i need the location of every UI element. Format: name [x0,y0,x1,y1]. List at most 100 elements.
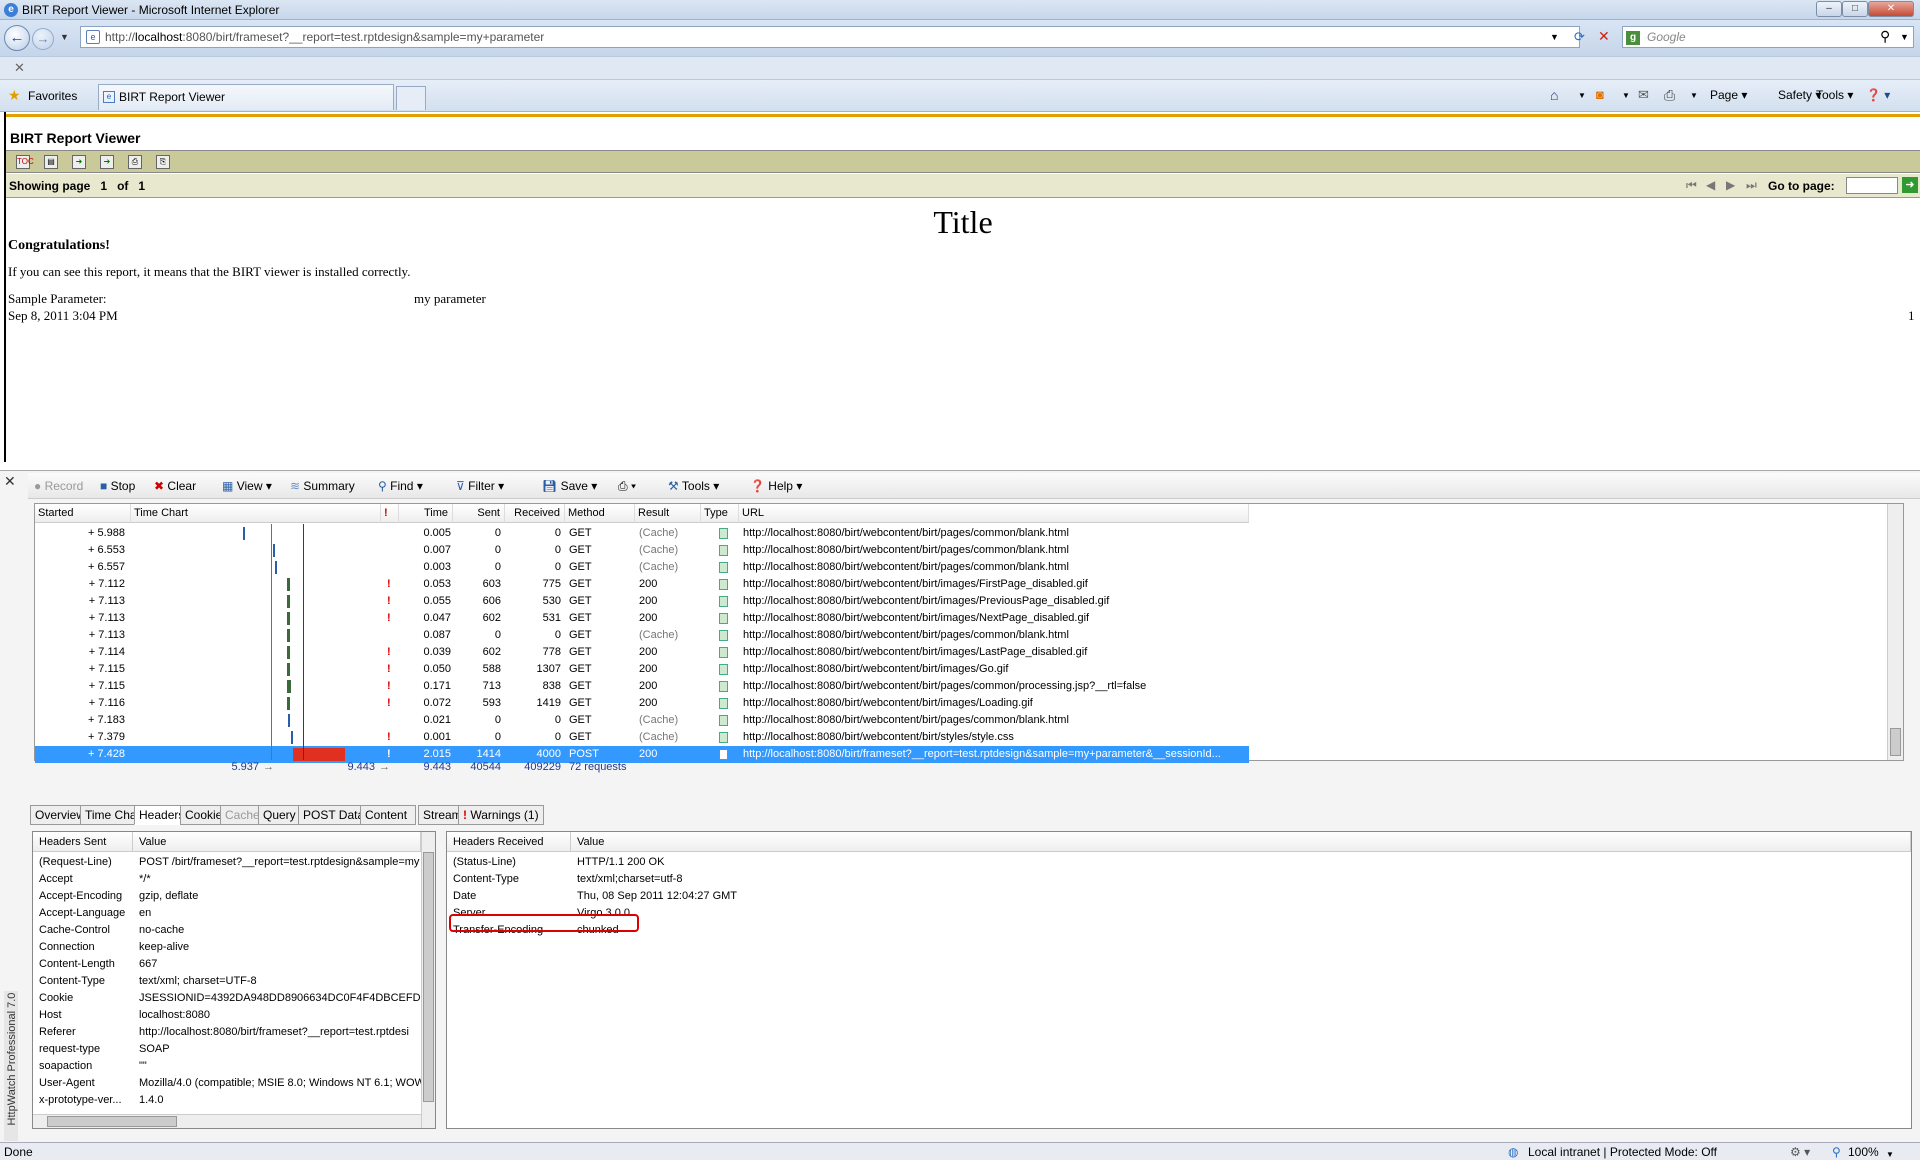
goto-page-button[interactable]: ➜ [1902,177,1918,193]
browser-tab-active[interactable]: e BIRT Report Viewer [98,84,394,110]
refresh-icon[interactable]: ⟳ [1574,29,1585,45]
header-row[interactable]: Accept */* [33,871,421,888]
header-row[interactable]: Transfer-Encoding chunked [447,922,1911,939]
table-row[interactable]: + 7.115! 0.050 588 1307 GET 200 http://localho… [35,661,1249,678]
header-row[interactable]: Date Thu, 08 Sep 2011 12:04:27 GMT [447,888,1911,905]
view-button[interactable]: ▦ View ▾ [222,479,272,493]
summary-button[interactable]: ≋ Summary [290,479,355,493]
next-page-icon[interactable]: ▶ [1726,178,1735,192]
print-icon[interactable]: ⎙ [1664,87,1675,104]
page-menu[interactable]: Page ▾ [1710,88,1747,102]
home-dropdown-icon[interactable]: ▼ [1578,91,1586,100]
table-row[interactable]: + 7.113 0.087 0 0 GET (Cache) http://localhost… [35,627,1249,644]
table-row[interactable]: + 7.379! 0.001 0 0 GET (Cache) http://localhos… [35,729,1249,746]
toc-icon[interactable]: TOC [16,155,34,169]
print-dropdown-icon[interactable]: ▼ [1690,91,1698,100]
header-row[interactable]: Cookie JSESSIONID=4392DA948DD8906634DC0F4… [33,990,421,1007]
headers-sent-col[interactable]: Headers Sent [33,832,133,852]
zoom-icon[interactable]: ⚲ [1832,1144,1841,1161]
col-time-chart[interactable]: Time Chart [131,504,381,523]
header-row[interactable]: Connection keep-alive [33,939,421,956]
print-button[interactable]: ⎙ ▾ [618,479,636,494]
forward-button[interactable]: → [32,28,54,50]
zoom-level[interactable]: 100% [1848,1144,1879,1161]
feeds-icon[interactable]: ◙ [1596,87,1604,102]
table-row[interactable]: + 7.115! 0.171 713 838 GET 200 http://localhos… [35,678,1249,695]
header-row[interactable]: Referer http://localhost:8080/birt/frames… [33,1024,421,1041]
search-icon[interactable]: ⚲ [1880,28,1890,45]
headers-sent-value-col[interactable]: Value [133,832,421,852]
col-url[interactable]: URL [739,504,1249,523]
search-input[interactable]: Google [1622,26,1914,48]
table-row[interactable]: + 6.553 0.007 0 0 GET (Cache) http://localhost… [35,542,1249,559]
header-row[interactable]: (Status-Line) HTTP/1.1 200 OK [447,854,1911,871]
help-menu[interactable]: ❓ ▾ [1866,88,1890,102]
stop-button[interactable]: ■ Stop [100,479,135,493]
table-row[interactable]: + 7.112! 0.053 603 775 GET 200 http://localhos… [35,576,1249,593]
header-row[interactable]: (Request-Line) POST /birt/frameset?__repo… [33,854,421,871]
sent-hscroll-thumb[interactable] [47,1116,177,1127]
feeds-dropdown-icon[interactable]: ▼ [1622,91,1630,100]
table-row[interactable]: + 7.113! 0.047 602 531 GET 200 http://localhos… [35,610,1249,627]
goto-page-input[interactable] [1846,177,1898,194]
header-row[interactable]: soapaction "" [33,1058,421,1075]
favorites-button[interactable]: Favorites [28,89,77,103]
header-row[interactable]: request-type SOAP [33,1041,421,1058]
sent-vscroll-thumb[interactable] [423,852,434,1102]
headers-received-col[interactable]: Headers Received [447,832,571,852]
close-icon[interactable]: ✕ [14,60,25,76]
history-dropdown-icon[interactable]: ▼ [60,32,69,42]
address-dropdown-icon[interactable]: ▼ [1550,32,1559,42]
header-row[interactable]: Content-Type text/xml; charset=UTF-8 [33,973,421,990]
header-row[interactable]: Accept-Encoding gzip, deflate [33,888,421,905]
last-page-icon[interactable]: ⏭ [1746,178,1757,193]
col-time[interactable]: Time [399,504,453,523]
sent-hscroll[interactable] [33,1114,421,1128]
export-data-icon[interactable]: ➜ [72,155,86,169]
table-row[interactable]: + 6.557 0.003 0 0 GET (Cache) http://localhost… [35,559,1249,576]
close-window-button[interactable]: ✕ [1868,1,1914,17]
col-started[interactable]: Started [35,504,131,523]
grid-scroll-thumb[interactable] [1890,728,1901,756]
col-result[interactable]: Result [635,504,701,523]
first-page-icon[interactable]: ⏮ [1686,178,1697,193]
col-received[interactable]: Received [505,504,565,523]
header-row[interactable]: User-Agent Mozilla/4.0 (compatible; MSIE … [33,1075,421,1092]
header-row[interactable]: Cache-Control no-cache [33,922,421,939]
header-row[interactable]: Accept-Language en [33,905,421,922]
print-report-icon[interactable]: ⎙ [128,155,142,169]
parameters-icon[interactable]: ▤ [44,155,58,169]
back-button[interactable]: ← [4,25,30,51]
table-row[interactable]: + 7.114! 0.039 602 778 GET 200 http://localhos… [35,644,1249,661]
tab-post-data[interactable]: POST Data [298,805,370,825]
header-row[interactable]: Content-Type text/xml;charset=utf-8 [447,871,1911,888]
header-row[interactable]: x-prototype-ver... 1.4.0 [33,1092,421,1109]
stop-icon[interactable]: ✕ [1598,28,1610,45]
clear-button[interactable]: ✖ Clear [154,479,196,493]
col-method[interactable]: Method [565,504,635,523]
header-row[interactable]: Server Virgo 3.0.0 [447,905,1911,922]
zoom-dropdown-icon[interactable]: ▼ [1886,1146,1894,1163]
header-row[interactable]: Content-Length 667 [33,956,421,973]
export-report-icon[interactable]: ➔ [100,155,114,169]
table-row[interactable]: + 7.116! 0.072 593 1419 GET 200 http://localho… [35,695,1249,712]
maximize-button[interactable]: □ [1842,1,1868,17]
help-button[interactable]: ❓ Help ▾ [750,479,802,493]
table-row[interactable]: + 7.113! 0.055 606 530 GET 200 http://localhos… [35,593,1249,610]
safety-menu[interactable]: Safety ▾ [1778,88,1821,102]
grid-scrollbar[interactable] [1887,504,1903,760]
minimize-button[interactable]: – [1816,1,1842,17]
record-button[interactable]: ● Record [34,479,83,493]
home-icon[interactable]: ⌂ [1550,87,1558,103]
close-httpwatch-icon[interactable]: ✕ [4,473,16,490]
previous-page-icon[interactable]: ◀ [1706,178,1715,192]
filter-button[interactable]: ⊽ Filter ▾ [456,479,504,493]
find-button[interactable]: ⚲ Find ▾ [378,479,423,493]
new-tab-button[interactable] [396,86,426,110]
col-type[interactable]: Type [701,504,739,523]
favorites-star-icon[interactable]: ★ [8,87,21,104]
table-row[interactable]: + 5.988 0.005 0 0 GET (Cache) http://localhost… [35,525,1249,542]
print-server-icon[interactable]: ⎘ [156,155,170,169]
tab-warnings-1[interactable]: ! Warnings (1) [458,805,544,825]
sent-vscroll[interactable] [421,832,435,1128]
